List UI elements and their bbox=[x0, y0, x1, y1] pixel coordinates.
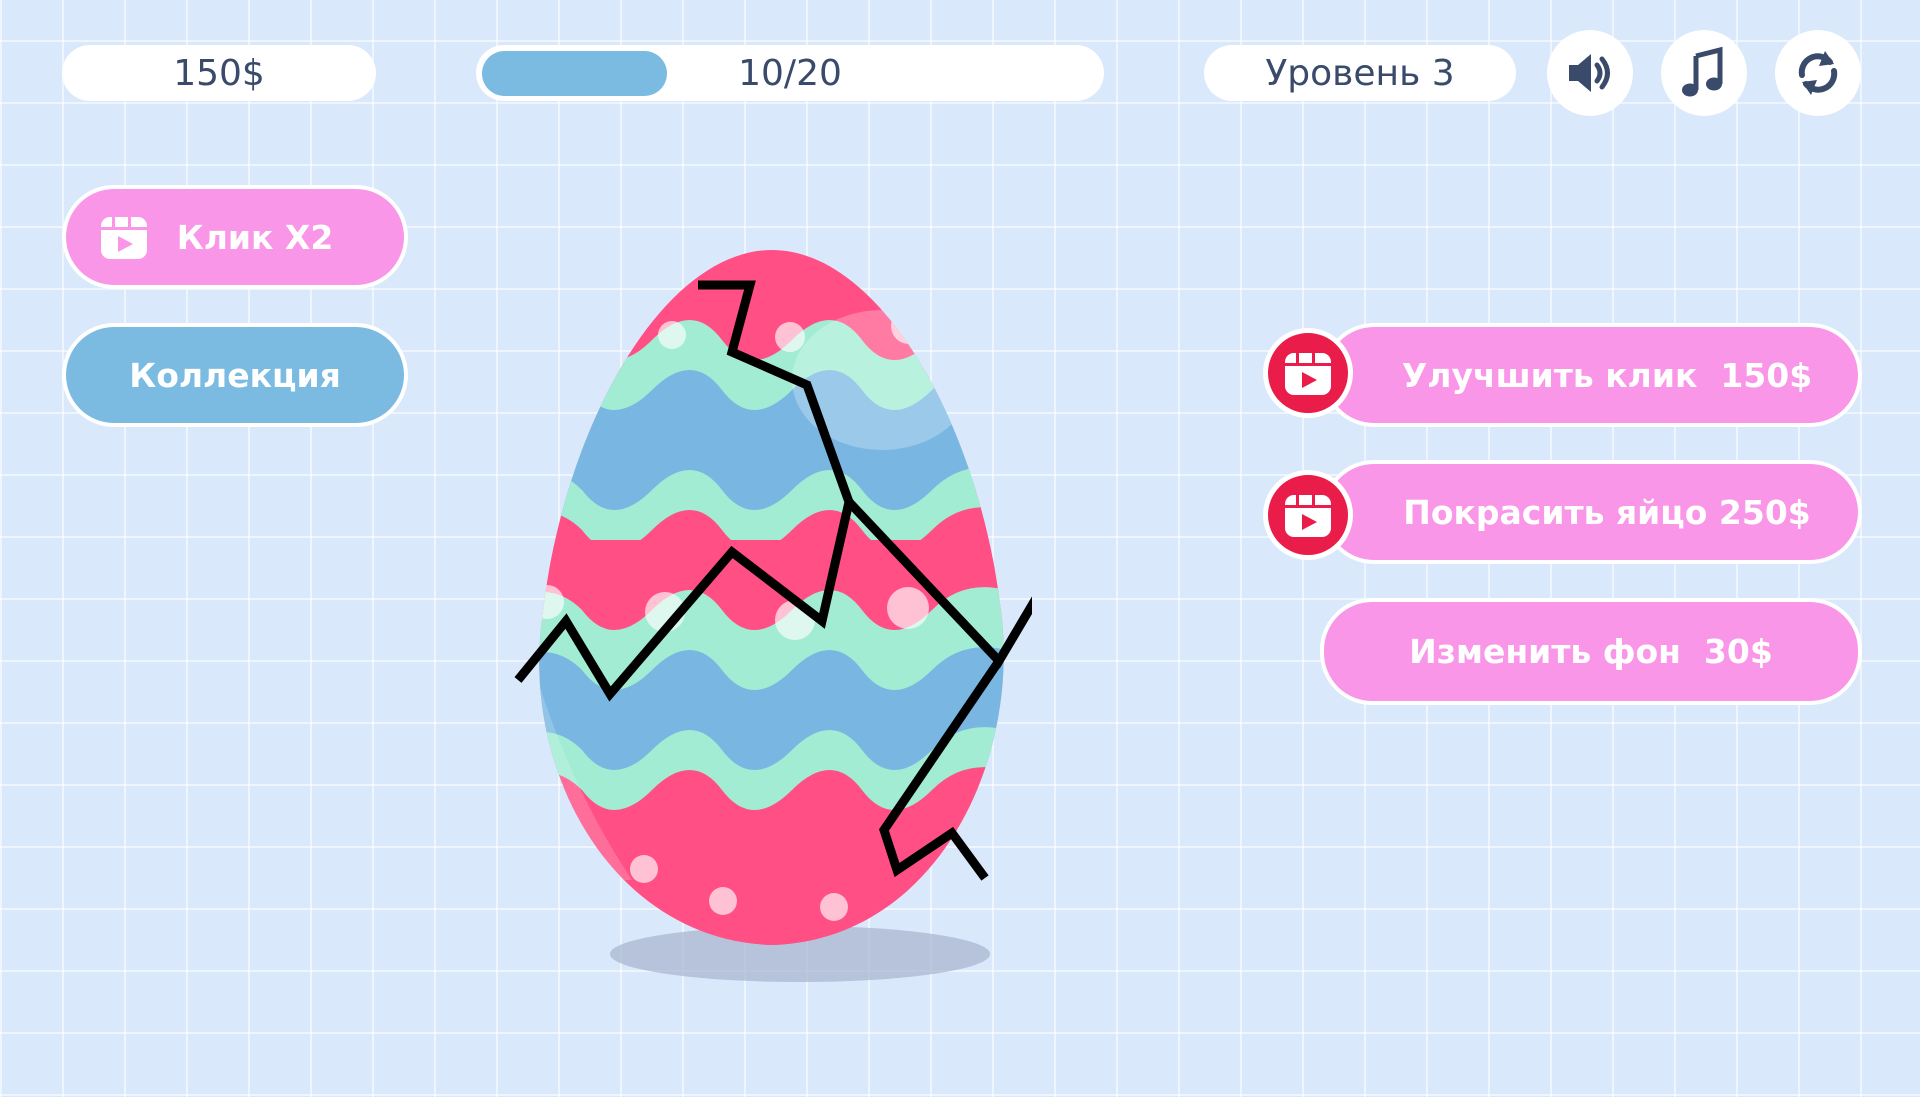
progress-bar: 10/20 bbox=[476, 45, 1104, 101]
upgrade-click-label: Улучшить клик 150$ bbox=[1401, 355, 1813, 395]
level-label: Уровень 3 bbox=[1265, 52, 1455, 94]
double-click-button[interactable]: Клик X2 bbox=[62, 185, 408, 289]
egg-body bbox=[539, 250, 1004, 945]
sound-button[interactable] bbox=[1547, 30, 1633, 116]
change-background-button[interactable]: Изменить фон 30$ bbox=[1320, 598, 1862, 705]
restart-button[interactable] bbox=[1775, 30, 1861, 116]
change-background-label: Изменить фон 30$ bbox=[1409, 632, 1773, 671]
music-button[interactable] bbox=[1661, 30, 1747, 116]
ad-badge-paint[interactable] bbox=[1263, 470, 1353, 560]
paint-egg-button[interactable]: Покрасить яйцо 250$ bbox=[1322, 460, 1862, 564]
paint-egg-label: Покрасить яйцо 250$ bbox=[1403, 492, 1811, 532]
ad-badge-upgrade[interactable] bbox=[1263, 328, 1353, 418]
progress-fill bbox=[482, 51, 667, 96]
refresh-icon bbox=[1798, 51, 1838, 95]
video-play-icon bbox=[101, 217, 147, 259]
easter-egg[interactable] bbox=[512, 240, 1032, 1000]
collection-label: Коллекция bbox=[129, 355, 341, 395]
progress-text: 10/20 bbox=[738, 52, 842, 94]
collection-button[interactable]: Коллекция bbox=[62, 323, 408, 427]
level-display: Уровень 3 bbox=[1204, 45, 1516, 101]
video-play-icon bbox=[1285, 495, 1331, 537]
upgrade-click-button[interactable]: Улучшить клик 150$ bbox=[1322, 323, 1862, 427]
double-click-label: Клик X2 bbox=[176, 217, 334, 257]
money-value: 150$ bbox=[173, 52, 265, 94]
music-note-icon bbox=[1682, 46, 1723, 97]
video-play-icon bbox=[1285, 353, 1331, 395]
money-display: 150$ bbox=[62, 45, 376, 101]
speaker-icon bbox=[1569, 54, 1610, 92]
